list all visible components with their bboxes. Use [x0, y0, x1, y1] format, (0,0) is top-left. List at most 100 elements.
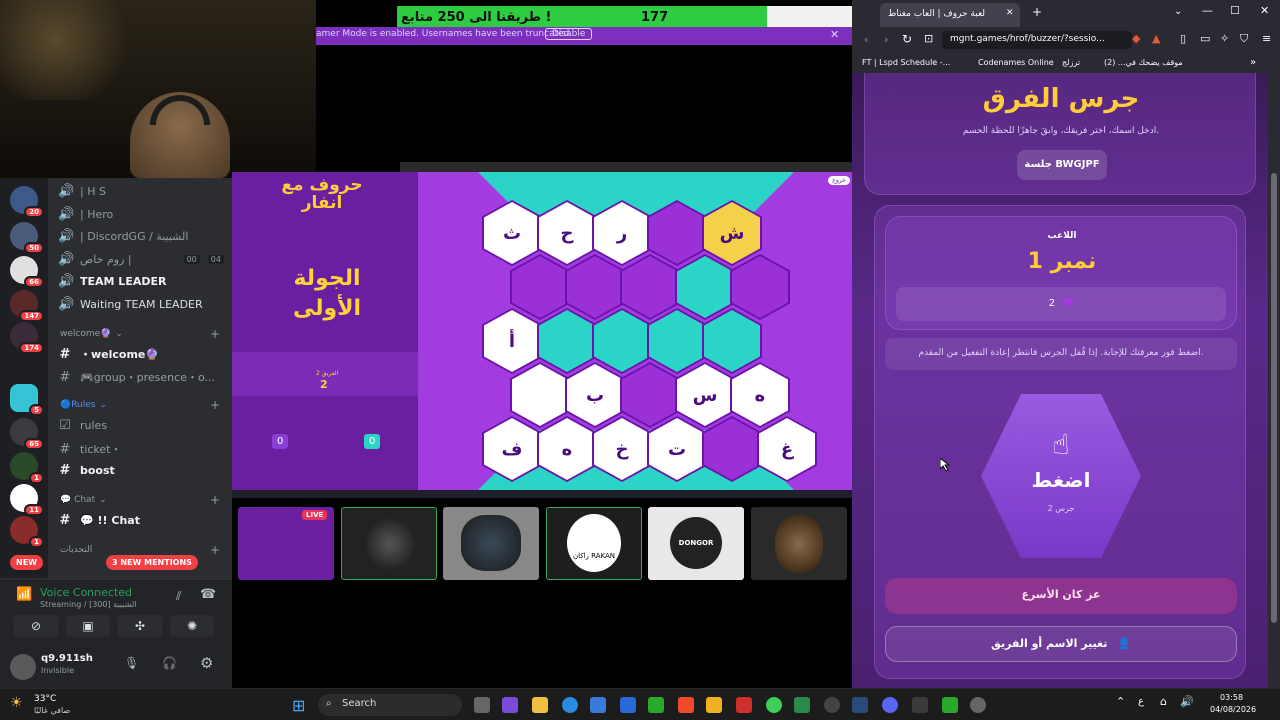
rewards-icon[interactable]: ▲ [1152, 32, 1160, 45]
app-icon[interactable] [706, 697, 722, 713]
settings-icon[interactable] [970, 697, 986, 713]
app-icon[interactable] [794, 697, 810, 713]
bookmark-item[interactable]: موقف يضحك في... (2) [1104, 58, 1183, 67]
add-channel-icon[interactable]: + [210, 493, 220, 507]
xbox-icon[interactable] [942, 697, 958, 713]
stream-thumbnail[interactable] [443, 507, 539, 580]
close-icon[interactable]: ✕ [830, 28, 839, 41]
store-icon[interactable] [590, 697, 606, 713]
brave-icon[interactable] [678, 697, 694, 713]
browser-tab[interactable]: لعبة حروف | العاب مغناط [880, 3, 1020, 27]
disable-button[interactable]: Disable [545, 28, 593, 40]
vpn-icon[interactable]: ⛉ [1240, 32, 1248, 46]
channel-chat[interactable]: # 💬 !! Chat [58, 513, 140, 528]
server-icon[interactable]: 147 [10, 290, 44, 322]
noise-suppression-icon[interactable]: ⫽ [176, 589, 181, 604]
camera-off-button[interactable]: ⊘ [14, 615, 58, 637]
start-icon[interactable]: ⊞ [292, 696, 305, 715]
headphones-icon[interactable]: 🎧 [162, 656, 177, 670]
voice-channel[interactable]: 🔊 | H S [58, 184, 106, 199]
server-icon[interactable]: 174 [10, 322, 44, 354]
channel-group[interactable]: # 🎮group・presence・o... [58, 369, 215, 385]
app-icon[interactable] [736, 697, 752, 713]
voice-channel[interactable]: 🔊 Waiting TEAM LEADER [58, 297, 203, 312]
stream-thumbnail[interactable]: راكان RAKAN [546, 507, 642, 580]
brave-shield-icon[interactable]: ◆ [1132, 32, 1140, 45]
app-icon[interactable] [912, 697, 928, 713]
server-icon[interactable]: 66 [10, 256, 44, 288]
change-name-button[interactable]: تغيير الاسم أو الفريق 👤 [885, 626, 1237, 662]
server-icon[interactable]: 1 [10, 516, 44, 548]
voice-channel[interactable]: 🔊 TEAM LEADER [58, 274, 166, 289]
board-corner-button[interactable]: خروج [828, 176, 850, 185]
steam-icon[interactable] [852, 697, 868, 713]
clock-date[interactable]: 04/08/2026 [1210, 705, 1256, 714]
stream-thumbnail[interactable] [751, 507, 847, 580]
add-channel-icon[interactable]: + [210, 398, 220, 412]
close-window-icon[interactable]: ✕ [1260, 4, 1269, 17]
server-icon[interactable]: 50 [10, 222, 44, 254]
activities-button[interactable]: ✣ [118, 615, 162, 637]
server-icon[interactable]: 65 [10, 418, 44, 450]
task-view-icon[interactable] [474, 697, 490, 713]
disconnect-icon[interactable]: ☎ [200, 587, 216, 602]
edge-icon[interactable] [562, 697, 578, 713]
server-icon[interactable]: 1 [10, 452, 44, 484]
scrollbar-thumb[interactable] [1271, 173, 1277, 623]
back-icon[interactable]: ‹ [864, 33, 868, 46]
language-indicator[interactable]: ع [1138, 696, 1144, 707]
new-mentions-badge[interactable]: 3 NEW MENTIONS [106, 555, 198, 570]
category-misc[interactable]: التحديات [60, 545, 92, 555]
new-tab-icon[interactable]: + [1032, 5, 1042, 19]
category-rules[interactable]: 🔵Rules ⌄ [60, 400, 107, 410]
bookmark-item[interactable]: FT | Lspd Schedule -... [862, 58, 950, 67]
wallet-icon[interactable]: ▭ [1200, 32, 1210, 45]
session-code[interactable]: جلسة BWGJPF [1017, 150, 1107, 180]
menu-icon[interactable]: ≡ [1262, 32, 1271, 45]
add-channel-icon[interactable]: + [210, 327, 220, 341]
sidebar-icon[interactable]: ▯ [1180, 32, 1186, 45]
screen-share-button[interactable]: ▣ [66, 615, 110, 637]
reload-icon[interactable]: ↻ [902, 32, 912, 46]
leo-icon[interactable]: ✧ [1220, 32, 1229, 45]
page-scrollbar[interactable] [1268, 73, 1280, 688]
forward-icon[interactable]: › [884, 33, 888, 46]
stream-thumbnail[interactable] [341, 507, 437, 580]
server-icon[interactable]: 11 [10, 484, 44, 516]
new-badge[interactable]: NEW [10, 555, 43, 570]
maximize-icon[interactable]: ☐ [1230, 4, 1240, 17]
channel-ticket[interactable]: # ticket・ [58, 441, 122, 457]
tray-chevron-icon[interactable]: ⌃ [1116, 695, 1125, 708]
voice-channel[interactable]: 🔊 روم خاص | 00 04 [58, 252, 224, 267]
address-bar[interactable]: mgnt.games/hrof/buzzer/?sessio... [942, 31, 1132, 49]
avatar[interactable] [10, 654, 36, 680]
microphone-icon[interactable]: 🎙 [124, 656, 139, 670]
m365-icon[interactable] [502, 697, 518, 713]
voice-channel[interactable]: 🔊 | DiscordGG / الشبيبة [58, 229, 188, 244]
channel-boost[interactable]: # boost [58, 463, 115, 478]
category-chat[interactable]: 💬 Chat ⌄ [60, 495, 107, 505]
network-icon[interactable]: ⌂ [1160, 695, 1167, 708]
buzzer-button[interactable]: ☝ اضغط جرس 2 [981, 394, 1141, 558]
bookmark-item[interactable]: Codenames Online [978, 58, 1054, 67]
voice-connected-label[interactable]: Voice Connected [40, 586, 132, 599]
xbox-icon[interactable] [648, 697, 664, 713]
obs-icon[interactable] [824, 697, 840, 713]
minimize-icon[interactable]: — [1202, 4, 1213, 17]
close-tab-icon[interactable]: ✕ [1006, 8, 1014, 18]
add-channel-icon[interactable]: + [210, 543, 220, 557]
server-icon[interactable]: 20 [10, 186, 44, 218]
more-bookmarks-icon[interactable]: » [1250, 57, 1256, 68]
channel-welcome[interactable]: # ・welcome🔮 [58, 346, 160, 362]
soundboard-button[interactable]: ✺ [170, 615, 214, 637]
category-welcome[interactable]: welcome🔮 ⌄ [60, 329, 123, 339]
temperature[interactable]: 33°C [34, 694, 56, 704]
stream-thumbnail[interactable]: DONGOR [648, 507, 744, 580]
server-icon[interactable]: 5 [10, 384, 44, 416]
outlook-icon[interactable] [620, 697, 636, 713]
bookmark-item[interactable]: ترزلج [1062, 58, 1080, 67]
file-explorer-icon[interactable] [532, 697, 548, 713]
search-box[interactable]: ⌕ Search [318, 694, 462, 716]
gear-icon[interactable]: ⚙ [200, 654, 213, 672]
channel-rules[interactable]: ☑ rules [58, 418, 107, 433]
